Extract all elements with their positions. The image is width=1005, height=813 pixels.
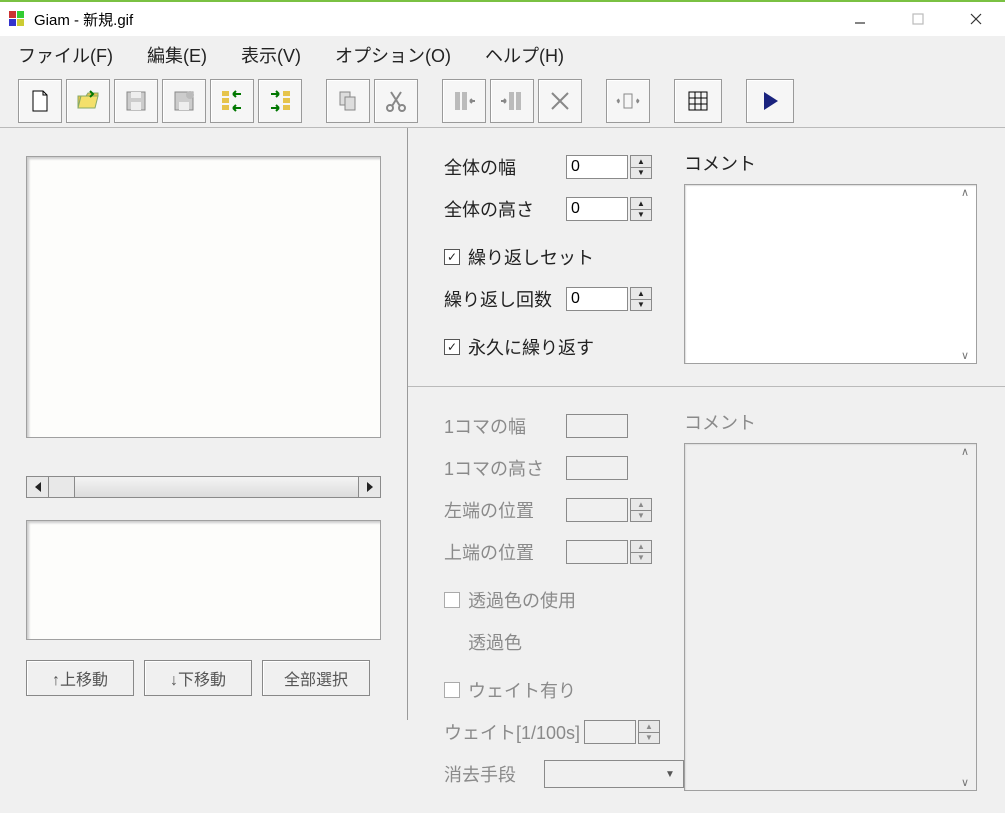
disposal-dropdown: ▼ — [544, 760, 684, 788]
frame-left-spinner: ▲▼ — [630, 498, 652, 522]
global-height-label: 全体の高さ — [444, 196, 566, 222]
copy-button[interactable] — [326, 79, 370, 123]
scroll-left-button[interactable] — [27, 477, 49, 497]
scroll-track[interactable] — [75, 477, 358, 497]
chevron-down-icon: ▼ — [661, 765, 679, 783]
loop-forever-label: 永久に繰り返す — [468, 334, 594, 360]
frame-list[interactable] — [26, 520, 381, 640]
global-width-label: 全体の幅 — [444, 154, 566, 180]
trans-color-label: 透過色 — [468, 629, 590, 655]
shift-right-button[interactable] — [490, 79, 534, 123]
toolbar — [0, 74, 1005, 128]
frame-comment-textarea: ∧∨ — [684, 443, 977, 791]
app-icon — [8, 10, 26, 28]
open-button[interactable] — [66, 79, 110, 123]
play-button[interactable] — [746, 79, 794, 123]
frame-settings: 1コマの幅 1コマの高さ 左端の位置 ▲▼ 上端の位置 — [408, 387, 1005, 813]
menu-option[interactable]: オプション(O) — [321, 38, 465, 72]
frame-top-label: 上端の位置 — [444, 539, 566, 565]
loop-count-input[interactable] — [566, 287, 628, 311]
close-button[interactable] — [947, 1, 1005, 37]
global-height-input[interactable] — [566, 197, 628, 221]
frame-left-label: 左端の位置 — [444, 497, 566, 523]
title-bar: Giam - 新規.gif — [0, 0, 1005, 36]
select-all-button[interactable]: 全部選択 — [262, 660, 370, 696]
loop-forever-checkbox[interactable]: ✓ — [444, 339, 460, 355]
scroll-up-icon: ∧ — [955, 445, 975, 458]
move-up-button[interactable]: ↑上移動 — [26, 660, 134, 696]
menu-bar: ファイル(F) 編集(E) 表示(V) オプション(O) ヘルプ(H) — [0, 36, 1005, 74]
resize-button[interactable] — [606, 79, 650, 123]
new-file-button[interactable] — [18, 79, 62, 123]
scroll-down-icon[interactable]: ∨ — [955, 349, 975, 362]
loop-set-label: 繰り返しセット — [468, 244, 594, 270]
frame-top-input — [566, 540, 628, 564]
use-trans-checkbox — [444, 592, 460, 608]
frame-left-input — [566, 498, 628, 522]
save-as-button[interactable] — [162, 79, 206, 123]
frame-comment-label: コメント — [684, 409, 977, 435]
cut-button[interactable] — [374, 79, 418, 123]
loop-set-checkbox[interactable]: ✓ — [444, 249, 460, 265]
scroll-thumb[interactable] — [49, 477, 75, 497]
global-comment-label: コメント — [684, 150, 977, 176]
grid-button[interactable] — [674, 79, 722, 123]
shift-left-button[interactable] — [442, 79, 486, 123]
global-settings: 全体の幅 ▲▼ 全体の高さ ▲▼ ✓ 繰り返しセット 繰り返し回数 — [408, 128, 1005, 387]
frames-panel: ↑上移動 ↓下移動 全部選択 — [0, 128, 408, 720]
frame-height-input — [566, 456, 628, 480]
wait-on-checkbox — [444, 682, 460, 698]
wait-input — [584, 720, 636, 744]
frame-height-label: 1コマの高さ — [444, 455, 566, 481]
global-comment-textarea[interactable]: ∧∨ — [684, 184, 977, 364]
menu-file[interactable]: ファイル(F) — [4, 38, 127, 72]
minimize-button[interactable] — [831, 1, 889, 37]
global-width-spinner[interactable]: ▲▼ — [630, 155, 652, 179]
menu-edit[interactable]: 編集(E) — [133, 38, 221, 72]
move-down-button[interactable]: ↓下移動 — [144, 660, 252, 696]
export-frames-button[interactable] — [258, 79, 302, 123]
scroll-right-button[interactable] — [358, 477, 380, 497]
global-width-input[interactable] — [566, 155, 628, 179]
loop-count-label: 繰り返し回数 — [444, 286, 566, 312]
scroll-down-icon: ∨ — [955, 776, 975, 789]
preview-area — [26, 156, 381, 438]
maximize-button[interactable] — [889, 1, 947, 37]
window-title: Giam - 新規.gif — [34, 9, 133, 30]
delete-button[interactable] — [538, 79, 582, 123]
preview-scrollbar[interactable] — [26, 476, 381, 498]
use-trans-label: 透過色の使用 — [468, 587, 576, 613]
wait-spinner: ▲▼ — [638, 720, 660, 744]
save-button[interactable] — [114, 79, 158, 123]
wait-label: ウェイト[1/100s] — [444, 719, 584, 745]
loop-count-spinner[interactable]: ▲▼ — [630, 287, 652, 311]
global-height-spinner[interactable]: ▲▼ — [630, 197, 652, 221]
menu-help[interactable]: ヘルプ(H) — [471, 38, 578, 72]
import-frames-button[interactable] — [210, 79, 254, 123]
menu-view[interactable]: 表示(V) — [227, 38, 315, 72]
frame-top-spinner: ▲▼ — [630, 540, 652, 564]
wait-on-label: ウェイト有り — [468, 677, 576, 703]
scroll-up-icon[interactable]: ∧ — [955, 186, 975, 199]
frame-width-input — [566, 414, 628, 438]
frame-width-label: 1コマの幅 — [444, 413, 566, 439]
disposal-label: 消去手段 — [444, 761, 544, 787]
